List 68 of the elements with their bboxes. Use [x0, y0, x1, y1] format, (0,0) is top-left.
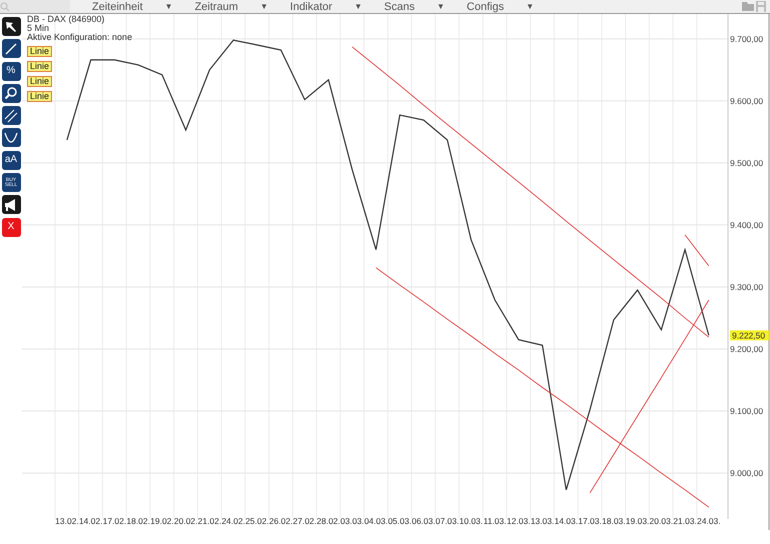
date-axis-label: 18.02. — [126, 516, 150, 526]
date-axis-label: 11.03. — [483, 516, 506, 526]
dropdown-arrow[interactable]: ▼ — [436, 2, 445, 11]
date-axis-label: 05.03. — [388, 516, 412, 526]
search-tool[interactable] — [2, 84, 20, 103]
date-axis-label: 12.03. — [506, 516, 530, 526]
date-axis-label: 06.03. — [412, 516, 436, 526]
active-config: Aktive Konfiguration: none — [27, 33, 132, 42]
price-axis-label: 9.700,00 — [730, 34, 764, 44]
price-axis-label: 9.500,00 — [730, 158, 764, 168]
parallel-lines-tool[interactable] — [2, 106, 20, 126]
drawing-label[interactable]: Linie — [27, 76, 52, 87]
menu-item[interactable]: Scans — [384, 0, 415, 12]
date-axis-label: 20.03. — [649, 516, 674, 526]
date-axis-label: 13.02. — [55, 516, 79, 526]
date-axis-label: 17.02. — [102, 516, 126, 526]
curve-icon — [4, 130, 18, 145]
price-axis-label: 9.100,00 — [730, 406, 764, 416]
date-axis-label: 28.02. — [316, 516, 340, 526]
percent-tool[interactable]: % — [2, 62, 20, 81]
parallel-lines-icon — [4, 108, 18, 123]
price-axis-label: 9.200,00 — [730, 344, 764, 354]
dropdown-arrow[interactable]: ▼ — [260, 2, 268, 11]
date-axis-label: 19.03. — [626, 516, 650, 526]
arrow-pointer-icon — [4, 20, 18, 34]
date-axis-label: 03.03. — [340, 516, 364, 526]
date-axis-label: 07.03. — [436, 516, 460, 526]
date-axis-label: 24.03. — [696, 516, 721, 526]
date-axis-label: 26.02. — [269, 516, 293, 526]
line-tool[interactable] — [2, 39, 20, 58]
date-axis-label: 10.03. — [459, 516, 483, 526]
date-axis-label: 19.02. — [150, 516, 174, 526]
drawing-label[interactable]: Linie — [27, 91, 52, 102]
price-axis-label: 9.600,00 — [730, 96, 764, 106]
date-axis-label: 21.03. — [673, 516, 697, 526]
price-axis-label: 9.300,00 — [730, 282, 764, 292]
diagonal-line-icon — [4, 42, 18, 56]
date-axis-label: 24.02. — [222, 516, 246, 526]
dropdown-arrow[interactable]: ▼ — [354, 2, 362, 11]
search-icon — [4, 86, 18, 100]
delete-tool[interactable]: X — [2, 218, 20, 237]
curve-tool[interactable] — [2, 128, 20, 148]
date-axis-label: 25.02. — [245, 516, 269, 526]
date-axis-label: 14.03. — [554, 516, 578, 526]
date-axis-label: 13.03. — [530, 516, 554, 526]
last-price-tag: 9.222,50 — [730, 330, 769, 340]
chart-title: DB - DAX (846900) — [27, 15, 105, 24]
price-axis-label: 9.400,00 — [730, 220, 764, 230]
text-tool[interactable]: aA — [2, 150, 20, 170]
menu-item[interactable]: Zeiteinheit — [92, 0, 143, 12]
menu-item[interactable]: Indikator — [290, 0, 332, 12]
chart-interval: 5 Min — [27, 24, 50, 33]
dropdown-arrow[interactable]: ▼ — [526, 2, 534, 11]
date-axis-label: 21.02. — [198, 516, 222, 526]
menu-item[interactable]: Zeitraum — [194, 0, 238, 12]
dropdown-arrow[interactable]: ▼ — [164, 2, 173, 11]
date-axis-label: 27.02. — [292, 516, 317, 526]
date-axis-label: 04.03. — [364, 516, 388, 526]
date-axis-label: 18.03. — [602, 516, 626, 526]
date-axis-label: 20.02. — [174, 516, 198, 526]
date-axis-label: 14.02. — [78, 516, 103, 526]
pointer-tool[interactable] — [2, 17, 20, 36]
date-axis-label: 17.03. — [578, 516, 602, 526]
menu-item[interactable]: Configs — [466, 0, 504, 12]
drawing-label[interactable]: Linie — [27, 61, 52, 72]
drawing-label[interactable]: Linie — [27, 46, 52, 57]
alert-tool[interactable] — [2, 195, 20, 214]
price-axis-label: 9.000,00 — [730, 468, 764, 478]
